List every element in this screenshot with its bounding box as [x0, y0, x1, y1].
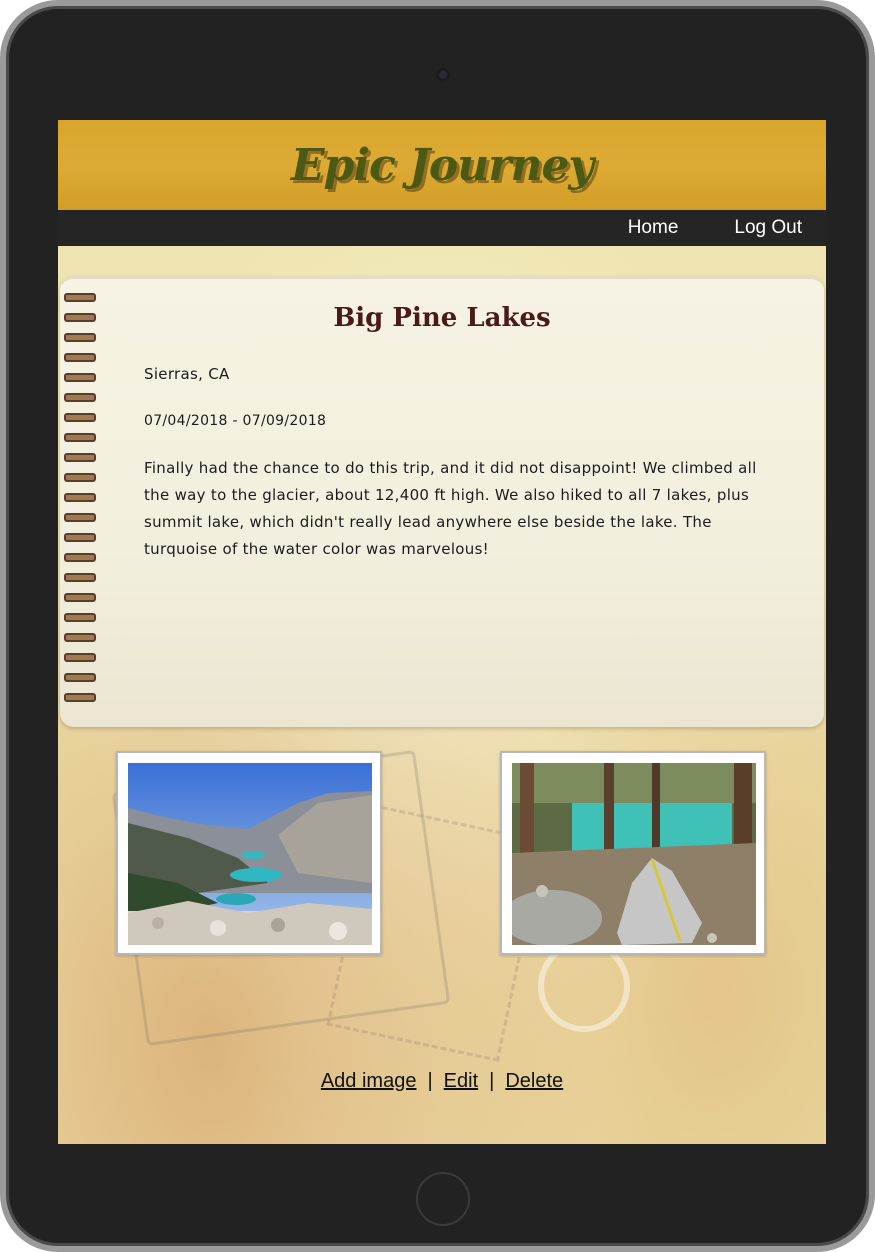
spiral-ring	[64, 633, 96, 642]
spiral-ring	[64, 573, 96, 582]
app-screen: Epic Journey Home Log Out Big Pine Lakes…	[58, 120, 826, 1144]
spiral-ring	[64, 413, 96, 422]
entry-description: Finally had the chance to do this trip, …	[144, 459, 757, 558]
spiral-ring	[64, 513, 96, 522]
spiral-ring	[64, 673, 96, 682]
spiral-ring	[64, 493, 96, 502]
spiral-binding	[60, 287, 96, 717]
spiral-ring	[64, 553, 96, 562]
photo-thumbnail-tent[interactable]	[500, 751, 766, 955]
entry-location: Sierras, CA	[144, 365, 230, 383]
spiral-ring	[64, 453, 96, 462]
action-separator: |	[489, 1070, 495, 1092]
spiral-ring	[64, 393, 96, 402]
home-button[interactable]	[416, 1172, 470, 1226]
nav-logout-link[interactable]: Log Out	[734, 217, 802, 239]
edit-link[interactable]: Edit	[444, 1070, 478, 1092]
nav-home-link[interactable]: Home	[628, 217, 679, 239]
camera-icon	[436, 68, 450, 82]
spiral-ring	[64, 433, 96, 442]
spiral-ring	[64, 593, 96, 602]
action-separator: |	[427, 1070, 433, 1092]
photo-lakes-image	[128, 763, 372, 945]
app-header: Epic Journey	[58, 120, 826, 210]
top-nav: Home Log Out	[58, 210, 826, 246]
spiral-ring	[64, 333, 96, 342]
add-image-link[interactable]: Add image	[321, 1070, 417, 1092]
spiral-ring	[64, 613, 96, 622]
spiral-ring	[64, 353, 96, 362]
spiral-ring	[64, 373, 96, 382]
photo-tent-image	[512, 763, 756, 945]
entry-actions: Add image | Edit | Delete	[58, 1070, 826, 1093]
entry-dates: 07/04/2018 - 07/09/2018	[144, 413, 327, 429]
journal-entry-card: Big Pine Lakes Sierras, CA 07/04/2018 - …	[60, 276, 824, 727]
delete-link[interactable]: Delete	[505, 1070, 563, 1092]
spiral-ring	[64, 653, 96, 662]
spiral-ring	[64, 533, 96, 542]
spiral-ring	[64, 473, 96, 482]
entry-title: Big Pine Lakes	[333, 303, 551, 333]
spiral-ring	[64, 693, 96, 702]
tablet-frame: Epic Journey Home Log Out Big Pine Lakes…	[0, 0, 875, 1252]
spiral-ring	[64, 293, 96, 302]
photo-thumbnail-lakes[interactable]	[116, 751, 382, 955]
brand-title: Epic Journey	[290, 139, 594, 191]
